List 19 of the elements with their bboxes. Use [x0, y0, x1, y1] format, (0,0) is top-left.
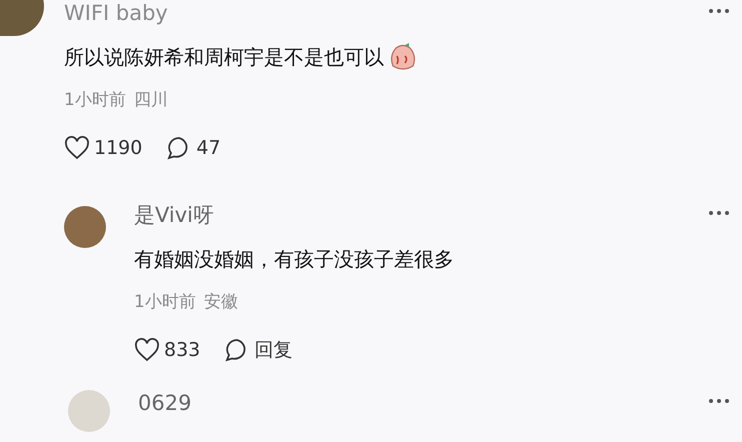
username[interactable]: 0629 [138, 390, 192, 416]
more-icon[interactable] [708, 398, 730, 404]
emoji-icon [388, 42, 418, 72]
timestamp: 1小时前 [134, 291, 196, 314]
more-icon[interactable] [708, 210, 730, 216]
more-icon[interactable] [708, 8, 730, 14]
comment-text: 有婚姻没婚姻，有孩子没孩子差很多 [134, 246, 454, 273]
comment-button[interactable]: 回复 [224, 336, 292, 364]
heart-icon [134, 338, 160, 362]
comment-button[interactable]: 47 [166, 134, 221, 162]
like-button[interactable]: 833 [134, 336, 200, 364]
heart-icon [64, 136, 90, 160]
comment-text: 所以说陈妍希和周柯宇是不是也可以 [64, 44, 384, 71]
location: 安徽 [204, 291, 238, 314]
username[interactable]: 是Vivi呀 [134, 202, 214, 228]
location: 四川 [134, 89, 168, 112]
like-button[interactable]: 1190 [64, 134, 142, 162]
timestamp: 1小时前 [64, 89, 126, 112]
avatar[interactable] [64, 206, 106, 248]
